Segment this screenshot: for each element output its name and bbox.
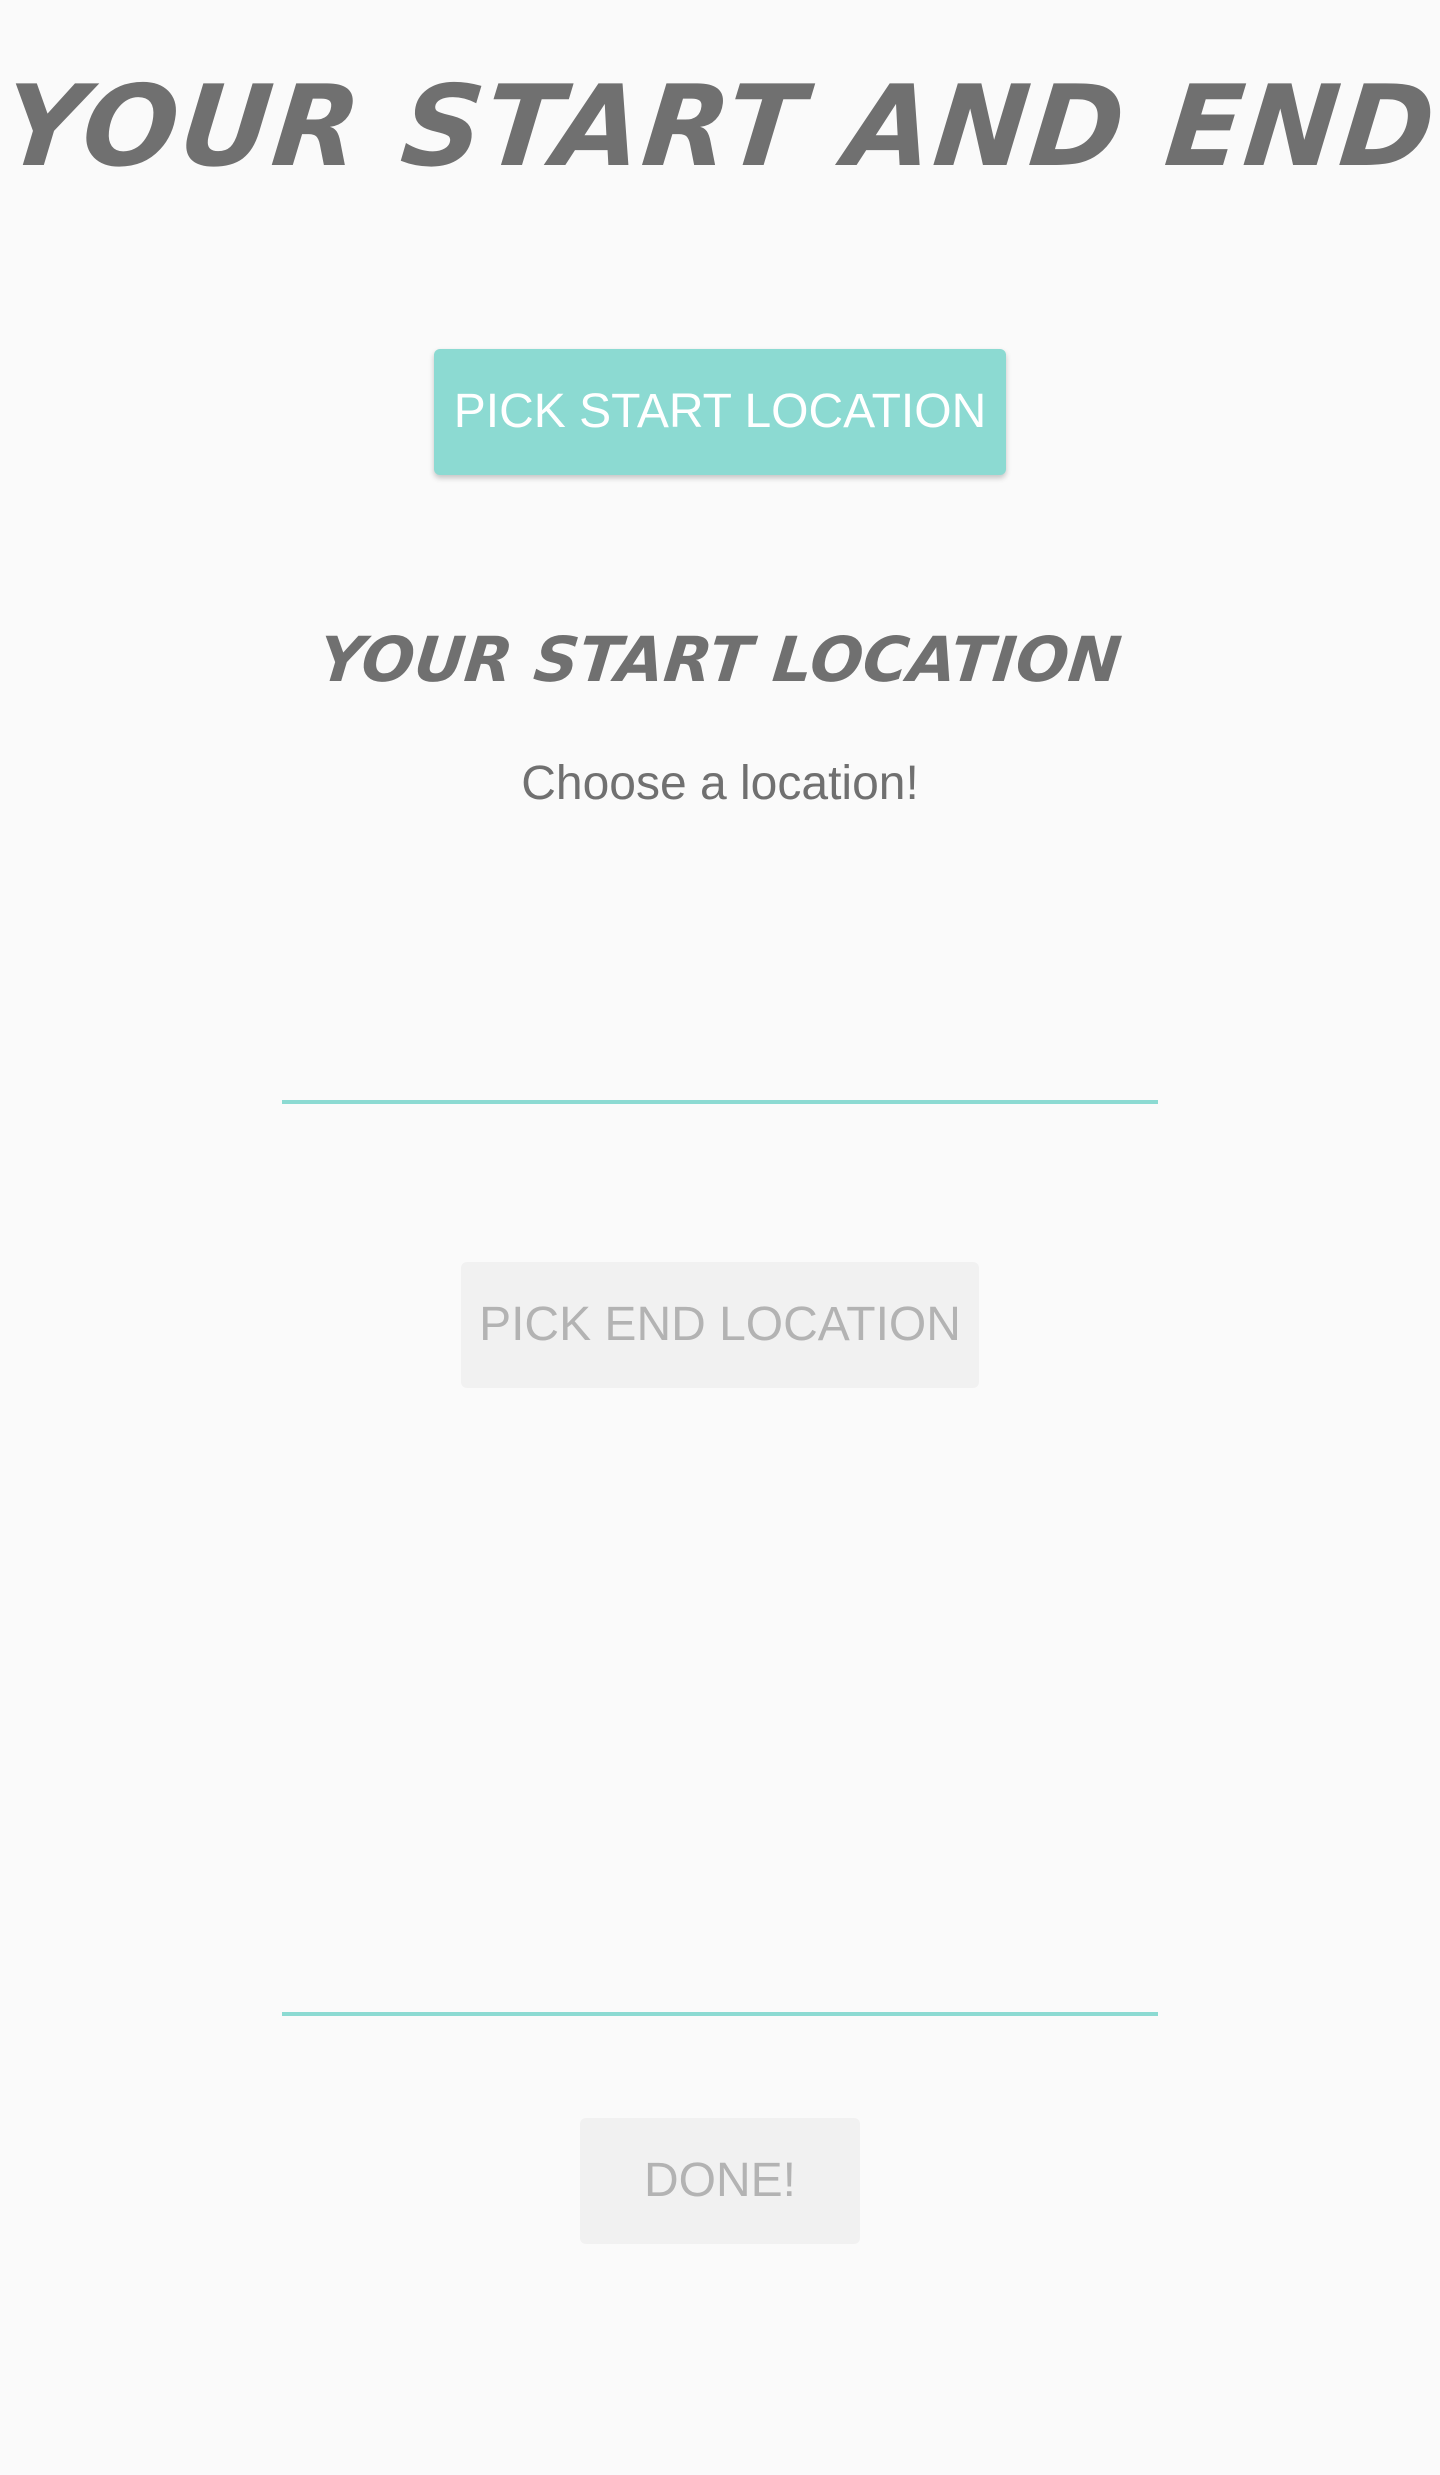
done-button[interactable]: DONE! (580, 2118, 860, 2244)
pick-start-location-button[interactable]: PICK START LOCATION (434, 349, 1006, 475)
location-picker-screen: YOUR START AND END PICK START LOCATION Y… (0, 0, 1440, 2475)
start-location-field[interactable] (282, 1100, 1158, 1104)
start-location-status: Choose a location! (521, 757, 919, 810)
start-location-heading: YOUR START LOCATION (315, 623, 1125, 696)
end-location-field[interactable] (282, 2012, 1158, 2016)
page-title: YOUR START AND END (0, 62, 1440, 192)
pick-end-location-button[interactable]: PICK END LOCATION (461, 1262, 979, 1388)
